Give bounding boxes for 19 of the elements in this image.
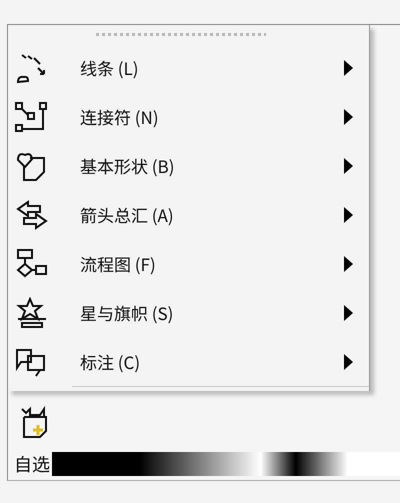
- connector-icon: [14, 100, 50, 132]
- menu-item-label: 箭头总汇 (A): [80, 202, 175, 227]
- menu-item[interactable]: 星与旗帜 (S): [8, 288, 369, 337]
- menu-item-label: 流程图 (F): [80, 251, 157, 276]
- menu-item-label: 标注 (C): [80, 349, 142, 374]
- menu-item-label: 星与旗帜 (S): [80, 300, 174, 325]
- menu-item[interactable]: 标注 (C): [8, 337, 369, 386]
- menu-item-label: 连接符 (N): [80, 104, 160, 129]
- menu-item[interactable]: 线条 (L): [8, 43, 369, 92]
- menu-item[interactable]: 流程图 (F): [8, 239, 369, 288]
- arrows-icon: [14, 198, 50, 230]
- grip-handle[interactable]: [96, 33, 266, 37]
- menu-item-label: 基本形状 (B): [80, 153, 176, 178]
- menu-item-label: 线条 (L): [80, 55, 140, 80]
- toolbar-label: 自选: [13, 451, 51, 477]
- menu-item[interactable]: 连接符 (N): [8, 92, 369, 141]
- flowchart-icon: [14, 248, 50, 280]
- menu-item[interactable]: 基本形状 (B): [8, 141, 369, 190]
- menu-item[interactable]: 箭头总汇 (A): [8, 190, 369, 239]
